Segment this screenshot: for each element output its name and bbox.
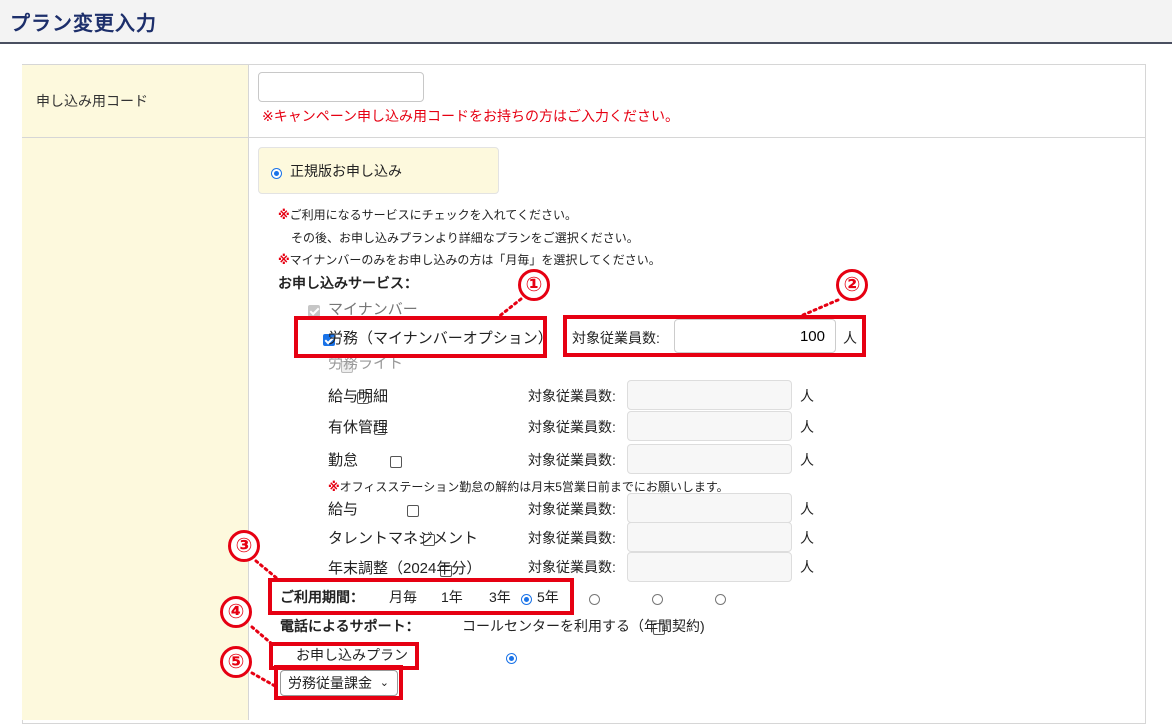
marker-5: ⑤ (220, 646, 252, 678)
highlight-box-1 (294, 316, 547, 358)
marker-3: ③ (228, 530, 260, 562)
annotation-leaders (250, 297, 840, 688)
marker-2: ② (836, 269, 868, 301)
marker-4: ④ (220, 596, 252, 628)
highlight-box-3 (268, 578, 574, 615)
highlight-box-2 (563, 315, 866, 357)
marker-1: ① (518, 269, 550, 301)
highlight-box-5 (274, 665, 403, 700)
